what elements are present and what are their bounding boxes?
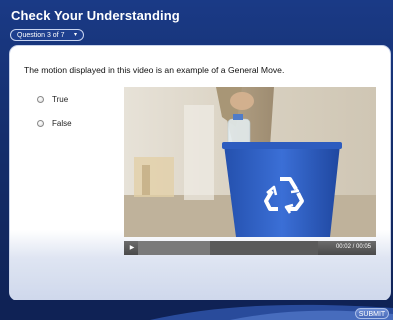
option-true[interactable]: True — [37, 95, 68, 104]
option-false-label: False — [52, 119, 72, 128]
play-icon[interactable]: ▶ — [127, 243, 137, 253]
video-controls: ▶ 00:02 / 00:05 — [124, 241, 376, 255]
option-true-label: True — [52, 95, 69, 104]
video-progress-fill — [138, 241, 210, 255]
question-text: The motion displayed in this video is an… — [24, 65, 285, 75]
video-time-display: 00:02 / 00:05 — [335, 244, 371, 250]
radio-true[interactable] — [37, 96, 44, 103]
footer-wave — [0, 300, 393, 320]
question-panel: The motion displayed in this video is an… — [10, 46, 390, 300]
question-selector[interactable]: Question 3 of 7 ▾ — [10, 29, 84, 41]
option-false[interactable]: False — [37, 119, 72, 128]
video-frame-illustration — [124, 87, 376, 237]
radio-false[interactable] — [37, 120, 44, 127]
submit-button[interactable]: SUBMIT — [355, 308, 389, 319]
question-selector-label: Question 3 of 7 — [17, 31, 65, 39]
video-player[interactable] — [124, 87, 376, 237]
video-progress-bar[interactable] — [138, 241, 318, 255]
chevron-down-icon: ▾ — [73, 32, 77, 38]
page-title: Check Your Understanding — [11, 8, 180, 23]
